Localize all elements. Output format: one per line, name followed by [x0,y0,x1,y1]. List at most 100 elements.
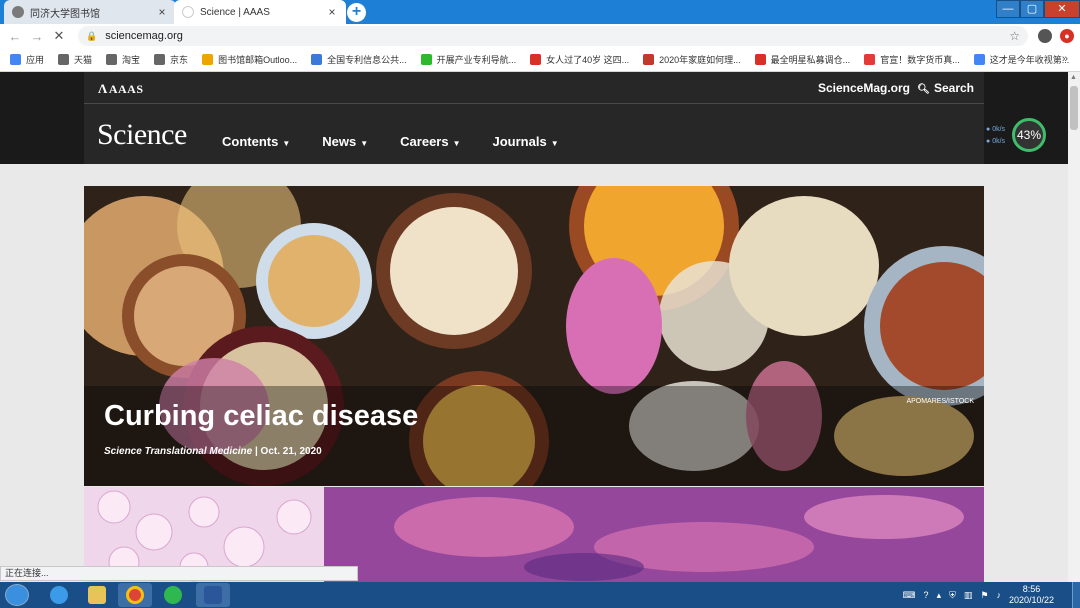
menu-item-label: News [322,134,357,149]
bookmark-label: 官宣！数字货币真... [880,55,960,65]
bookmark-item[interactable]: 全国专利信息公共... [311,53,407,66]
bookmark-item[interactable]: 开展产业专利导航... [420,53,516,66]
bookmark-favicon-icon [154,54,166,65]
download-speed: 0k/s [992,138,1006,145]
tab-science[interactable]: Science | AAAS × [174,0,346,24]
taskbar-media[interactable] [156,583,190,607]
taskbar-ie[interactable] [42,583,76,607]
scroll-up-icon[interactable]: ▲ [1070,74,1077,81]
tab-close-icon[interactable]: × [326,5,338,19]
maximize-button[interactable]: ▢ [1020,0,1044,18]
bookmark-item[interactable]: 这才是今年收视第... [973,53,1070,66]
bookmark-item[interactable]: 天猫 [58,53,92,66]
bookmark-favicon-icon [202,54,214,65]
bookmark-favicon-icon [58,54,70,65]
menu-item-label: Contents [222,134,279,149]
aaas-logo[interactable]: ΛAAAS [98,81,144,97]
bookmark-item[interactable]: 官宣！数字货币真... [864,53,960,66]
search-icon: 🔍︎ [917,84,930,95]
menu-item-contents[interactable]: Contents ▼ [222,134,290,149]
network-icon[interactable]: ▥ [964,590,973,601]
tab-title: Science | AAAS [200,6,270,18]
browser-tabstrip: 同济大学图书馆 × Science | AAAS × + — ▢ ✕ [0,0,1080,24]
bookmark-item[interactable]: 女人过了40岁 这四... [530,53,629,66]
bookmark-favicon-icon [643,54,655,65]
flag-icon[interactable]: ⚑ [980,590,988,601]
bookmark-favicon-icon [420,54,432,65]
scrollbar-thumb[interactable] [1070,86,1078,130]
taskbar-chrome[interactable] [118,583,152,607]
media-player-icon [164,586,182,604]
new-tab-button[interactable]: + [347,3,366,22]
internet-explorer-icon [50,586,68,604]
extension-icon[interactable]: ● [1060,29,1074,43]
volume-icon[interactable]: ♪ [996,590,1001,600]
search-label: Search [933,81,974,95]
bookmark-item[interactable]: 图书馆邮箱Outloo... [202,53,297,66]
clock-date: 2020/10/22 [1008,595,1054,605]
forward-button[interactable]: → [26,29,48,44]
bookmark-item[interactable]: 应用 [10,53,44,66]
bookmark-label: 这才是今年收视第... [989,55,1070,65]
bookmark-item[interactable]: 淘宝 [106,53,140,66]
menu-item-label: Careers [400,134,449,149]
site-topbar: ΛAAAS ScienceMag.org 🔍︎ Search [84,72,984,104]
chrome-icon [126,586,144,604]
aaas-mark-icon: Λ [98,81,108,96]
profile-avatar[interactable] [1038,29,1052,43]
hero-headline[interactable]: Curbing celiac disease [104,400,418,433]
bookmark-label: 图书馆邮箱Outloo... [218,55,298,65]
bookmark-favicon-icon [106,54,118,65]
tab-close-icon[interactable]: × [156,5,168,19]
bookmark-label: 2020年家庭如何理... [659,55,741,65]
bookmark-star-icon[interactable]: ☆ [1009,29,1020,43]
hero-journal[interactable]: Science Translational Medicine [104,446,252,457]
menu-item-journals[interactable]: Journals ▼ [493,134,559,149]
menu-item-news[interactable]: News ▼ [322,134,368,149]
upload-speed: 0k/s [992,126,1006,133]
url-text: sciencemag.org [105,30,183,42]
bookmark-item[interactable]: 京东 [154,53,188,66]
bookmark-label: 京东 [170,55,189,65]
science-logo[interactable]: Science [97,118,187,152]
start-button[interactable] [5,584,29,606]
bookmark-favicon-icon [973,54,985,65]
back-button[interactable]: ← [4,29,26,44]
hero-date: | Oct. 21, 2020 [252,446,322,457]
minimize-button[interactable]: — [996,0,1020,18]
bookmark-label: 天猫 [74,55,93,65]
keyboard-icon[interactable]: ⌨ [903,590,916,601]
address-bar: ← → ✕ 🔒 sciencemag.org ☆ ● [0,24,1080,48]
bookmark-item[interactable]: 最全明星私募调仓... [754,53,850,66]
bookmark-item[interactable]: 2020年家庭如何理... [643,53,741,66]
aaas-label: AAAS [108,82,144,96]
tray-expand-icon[interactable]: ▴ [937,590,942,601]
show-desktop-button[interactable] [1072,582,1080,608]
caret-down-icon: ▼ [360,139,369,148]
close-window-button[interactable]: ✕ [1044,0,1080,18]
network-speed-widget[interactable]: ● 0k/s ● 0k/s 43% [982,118,1048,152]
tab-title: 同济大学图书馆 [30,8,100,20]
taskbar: ⌨ ? ▴ ⛨ ▥ ⚑ ♪ 8:56 2020/10/22 [0,582,1080,608]
shield-icon[interactable]: ⛨ [949,590,956,601]
taskbar-explorer[interactable] [80,583,114,607]
lock-icon: 🔒 [86,30,98,41]
bookmarks-overflow-button[interactable]: » [1062,53,1068,65]
search-button[interactable]: 🔍︎ Search [917,81,974,95]
usage-gauge: 43% [1012,118,1046,152]
taskbar-word[interactable] [196,583,230,607]
site-header-inner: ΛAAAS ScienceMag.org 🔍︎ Search Science Co… [84,72,984,164]
sciencemag-link[interactable]: ScienceMag.org [818,81,910,95]
stop-reload-button[interactable]: ✕ [48,28,70,44]
taskbar-clock[interactable]: 8:56 2020/10/22 [1009,584,1054,606]
tab-library[interactable]: 同济大学图书馆 × [4,0,176,24]
help-icon[interactable]: ? [924,590,929,600]
word-icon [204,586,222,604]
caret-down-icon: ▼ [452,139,461,148]
page-scrollbar[interactable]: ▲ [1068,72,1080,582]
hero-byline: Science Translational Medicine | Oct. 21… [104,446,322,457]
photo-credit: APOMARES/ISTOCK [906,398,974,405]
hero-feature[interactable]: APOMARES/ISTOCK Curbing celiac disease S… [84,186,984,486]
menu-item-careers[interactable]: Careers ▼ [400,134,460,149]
url-field[interactable]: 🔒 sciencemag.org ☆ [78,26,1028,46]
